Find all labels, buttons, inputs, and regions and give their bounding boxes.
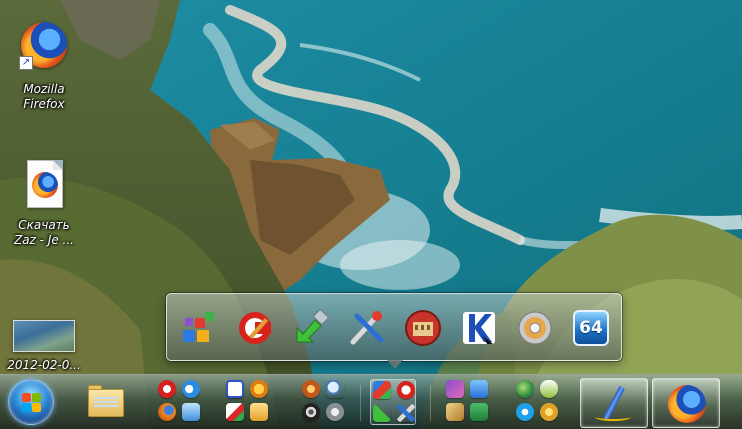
aida64-icon[interactable]: 64: [571, 308, 611, 348]
shortcut-arrow-icon: ↗: [19, 56, 33, 70]
colosseum-icon[interactable]: [403, 308, 443, 348]
taskbar: [0, 374, 742, 429]
daemon-tools-icon: [226, 380, 244, 398]
taskbar-group-internet[interactable]: [514, 379, 560, 425]
image-thumbnail-icon: [5, 320, 83, 352]
start-button[interactable]: [8, 379, 54, 425]
archive-icon: [250, 403, 268, 421]
settings-icon: [326, 403, 344, 421]
desktop-icon-label: Zaz - Je ...: [13, 233, 74, 247]
explorer-folder-button[interactable]: [82, 379, 130, 427]
audio-icon: [182, 403, 200, 421]
book-icon: [470, 380, 488, 398]
internet-explorer-icon: [182, 380, 200, 398]
gear-icon: [540, 403, 558, 421]
desktop-icon-label: 2012-02-0...: [7, 358, 81, 372]
game-icon: [446, 380, 464, 398]
usb-safely-remove-icon[interactable]: [291, 308, 331, 348]
taskbar-app-firefox[interactable]: [652, 378, 720, 428]
film-reel-icon: [302, 403, 320, 421]
taskbar-group-tools[interactable]: [224, 379, 270, 425]
media-player-icon: [302, 380, 320, 398]
taskbar-group-popup: 64: [166, 293, 622, 361]
opera-icon: [158, 380, 176, 398]
popup-pointer: [387, 360, 403, 369]
search-icon: [326, 380, 344, 398]
desktop-icon-label: Скачать: [18, 218, 70, 232]
firefox-icon: [158, 403, 176, 421]
taskbar-separator: [430, 385, 431, 421]
firefox-document-icon: [19, 160, 69, 210]
pdf-icon: [226, 403, 244, 421]
taskbar-group-games[interactable]: [444, 379, 490, 425]
taskbar-separator: [360, 385, 361, 421]
kaspersky-icon[interactable]: [459, 308, 499, 348]
desktop-icon-label: Firefox: [23, 97, 65, 111]
disc-burner-icon[interactable]: [515, 308, 555, 348]
system-tools-icon[interactable]: [347, 308, 387, 348]
windows-logo-icon: [22, 393, 42, 413]
chess-icon: [470, 403, 488, 421]
desktop-icon-label: Mozilla: [23, 82, 65, 96]
revo-uninstaller-icon[interactable]: [179, 308, 219, 348]
aimp-icon: [250, 380, 268, 398]
desktop-icon-photo[interactable]: 2012-02-0...: [2, 320, 86, 373]
taskbar-group-utilities[interactable]: [370, 379, 416, 425]
usb-eject-icon: [373, 404, 391, 422]
shield-icon: [540, 380, 558, 398]
skype-icon: [516, 403, 534, 421]
taskbar-group-browsers[interactable]: [156, 379, 202, 425]
firefox-icon: ↗: [19, 20, 69, 70]
desktop-icon-firefox[interactable]: ↗ Mozilla Firefox: [2, 20, 86, 112]
taskbar-group-media[interactable]: [300, 379, 346, 425]
tools-icon: [397, 404, 415, 422]
firefox-icon: [668, 385, 706, 423]
ccleaner-icon[interactable]: [235, 308, 275, 348]
taskbar-app-pen-editor[interactable]: [580, 378, 648, 428]
ccleaner-icon: [397, 381, 415, 399]
desktop-wallpaper: [0, 0, 742, 429]
revo-uninstaller-icon: [373, 381, 391, 399]
globe-icon: [516, 380, 534, 398]
puzzle-icon: [446, 403, 464, 421]
aida64-badge: 64: [573, 310, 609, 346]
desktop-icon-download[interactable]: Скачать Zaz - Je ...: [2, 160, 86, 248]
